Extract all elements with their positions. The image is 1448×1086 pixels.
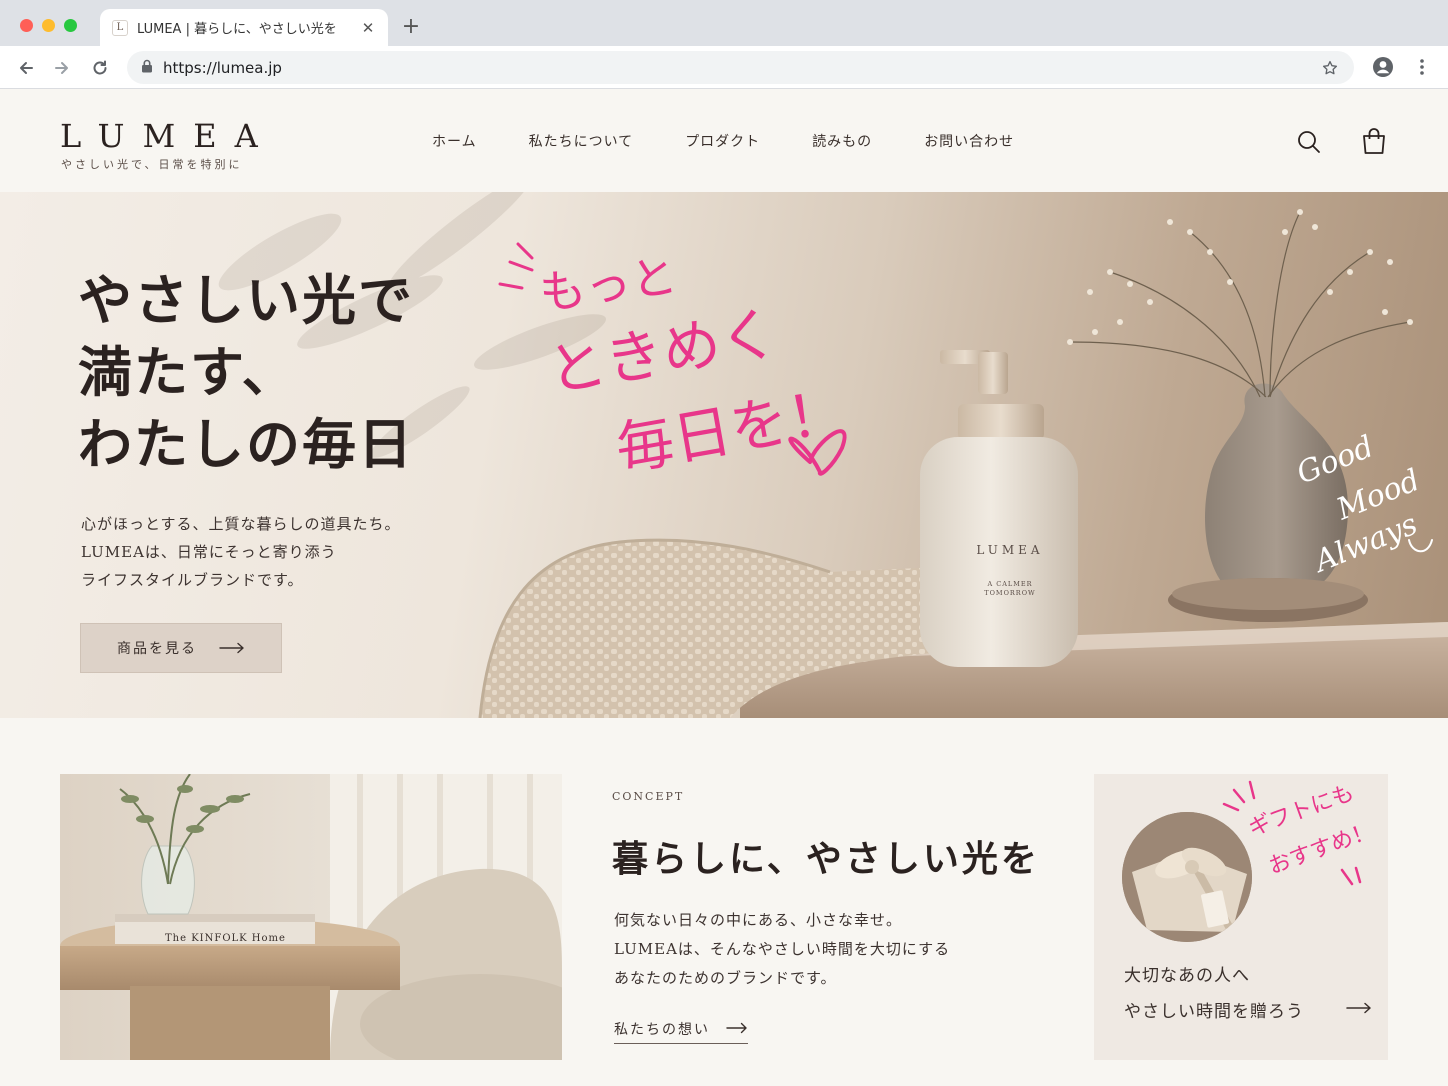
hero-title-line: わたしの毎日: [78, 412, 414, 476]
arrow-right-icon: [219, 639, 245, 658]
nav-home[interactable]: ホーム: [432, 131, 477, 151]
nav-contact[interactable]: お問い合わせ: [924, 131, 1014, 151]
hero-copy-line: 心がほっとする、上質な暮らしの道具たち。: [81, 515, 401, 533]
gift-card[interactable]: ギフトにも おすすめ！ 大切なあの人へ やさしい時間を贈ろう: [1094, 774, 1388, 1060]
hero-title-line: やさしい光で: [78, 268, 414, 332]
nav-about[interactable]: 私たちについて: [529, 131, 634, 151]
forward-icon[interactable]: [49, 55, 75, 81]
browser-tab[interactable]: L LUMEA | 暮らしに、やさしい光を ✕: [100, 9, 388, 46]
hero-title: やさしい光で 満たす、 わたしの毎日: [78, 264, 414, 480]
view-products-button[interactable]: 商品を見る: [80, 623, 282, 673]
our-story-label: 私たちの想い: [614, 1021, 710, 1038]
site-tagline: やさしい光で、日常を特別に: [61, 158, 243, 171]
handwritten-overlay: もっと ときめく 毎日を！: [498, 242, 851, 484]
window-maximize-button[interactable]: [64, 19, 77, 32]
kebab-menu-icon[interactable]: [1412, 56, 1432, 78]
gift-text-line: 大切なあの人へ: [1124, 966, 1250, 986]
concept-body: 何気ない日々の中にある、小さな幸せ。 LUMEAは、そんなやさしい時間を大切にす…: [614, 906, 950, 993]
bottle-sub-text: A CALMER: [986, 580, 1032, 588]
view-products-label: 商品を見る: [117, 641, 197, 657]
gift-text-line: やさしい時間を贈ろう: [1124, 1002, 1304, 1022]
book-title: The KINFOLK Home: [165, 933, 286, 944]
gift-handwritten-overlay: ギフトにも おすすめ！: [1222, 781, 1377, 886]
lock-icon: [141, 58, 153, 77]
shopping-bag-icon[interactable]: [1361, 127, 1387, 154]
hero-section: やさしい光で 満たす、 わたしの毎日 心がほっとする、上質な暮らしの道具たち。 …: [0, 192, 1448, 718]
browser-tab-bar: L LUMEA | 暮らしに、やさしい光を ✕ +: [0, 0, 1448, 46]
concept-image: The KINFOLK Home: [60, 774, 562, 1060]
hero-product-image: LUMEA A CALMER TOMORROW もっと ときめく 毎日を！ Go…: [478, 209, 1448, 718]
window-minimize-button[interactable]: [42, 19, 55, 32]
gift-text: 大切なあの人へ やさしい時間を贈ろう: [1124, 958, 1304, 1030]
hero-title-line: 満たす、: [78, 340, 298, 404]
bottle-sub-text: TOMORROW: [984, 589, 1035, 597]
close-icon[interactable]: ✕: [360, 19, 376, 37]
reload-icon[interactable]: [87, 55, 113, 81]
concept-eyebrow: CONCEPT: [612, 790, 685, 803]
main-nav: ホーム 私たちについて プロダクト 読みもの お問い合わせ: [432, 131, 1014, 151]
concept-body-line: LUMEAは、そんなやさしい時間を大切にする: [614, 940, 951, 958]
back-icon[interactable]: [13, 55, 39, 81]
arrow-right-icon: [726, 1019, 748, 1038]
address-bar[interactable]: https://lumea.jp: [127, 51, 1354, 84]
our-story-link[interactable]: 私たちの想い: [614, 1014, 748, 1044]
concept-body-line: あなたのためのブランドです。: [614, 969, 837, 987]
hero-copy-line: ライフスタイルブランドです。: [81, 571, 304, 589]
hero-description: 心がほっとする、上質な暮らしの道具たち。 LUMEAは、日常にそっと寄り添う ラ…: [81, 510, 401, 594]
nav-journal[interactable]: 読みもの: [812, 131, 872, 151]
nav-products[interactable]: プロダクト: [685, 131, 760, 151]
concept-title: 暮らしに、やさしい光を: [612, 838, 1040, 880]
star-icon[interactable]: [1320, 58, 1340, 78]
site-header: LUMEA やさしい光で、日常を特別に ホーム 私たちについて プロダクト 読み…: [0, 89, 1448, 192]
site-logo[interactable]: LUMEA: [60, 117, 276, 155]
hero-copy-line: LUMEAは、日常にそっと寄り添う: [81, 543, 337, 561]
favicon-icon: L: [112, 19, 128, 36]
bottle-brand-text: LUMEA: [976, 543, 1043, 557]
handwritten-line: 毎日を！: [611, 377, 851, 484]
profile-icon[interactable]: [1372, 56, 1394, 78]
search-icon[interactable]: [1296, 129, 1322, 155]
url-text: https://lumea.jp: [163, 58, 282, 77]
plus-icon[interactable]: +: [400, 14, 422, 40]
concept-body-line: 何気ない日々の中にある、小さな幸せ。: [614, 911, 903, 929]
tab-title: LUMEA | 暮らしに、やさしい光を: [137, 22, 337, 37]
window-close-button[interactable]: [20, 19, 33, 32]
browser-toolbar: https://lumea.jp: [0, 46, 1448, 89]
handwritten-line: もっと: [536, 248, 680, 321]
arrow-right-icon[interactable]: [1346, 999, 1372, 1018]
